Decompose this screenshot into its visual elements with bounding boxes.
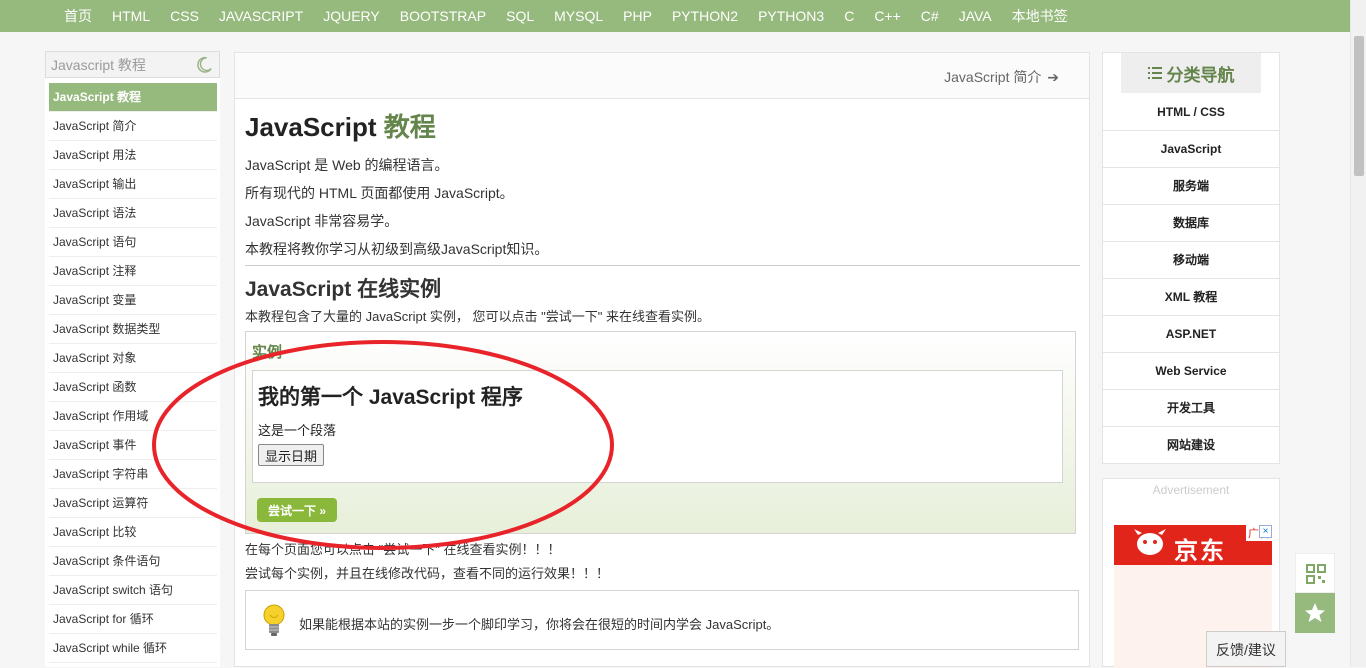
left-sidebar: JavaScript 教程 JavaScript 简介 JavaScript 用… [45, 51, 220, 667]
topnav-jquery[interactable]: JQUERY [313, 0, 390, 32]
topnav-css[interactable]: CSS [160, 0, 209, 32]
star-icon [1305, 603, 1325, 622]
bookmark-star-button[interactable] [1295, 593, 1335, 633]
sidebar-item-js-strings[interactable]: JavaScript 字符串 [49, 460, 217, 489]
topnav-javascript[interactable]: JAVASCRIPT [209, 0, 313, 32]
topnav-python2[interactable]: PYTHON2 [662, 0, 748, 32]
sidebar-search-input[interactable] [46, 52, 186, 77]
tip-box: 如果能根据本站的实例一步一个脚印学习，你将会在很短的时间内学会 JavaScri… [245, 590, 1079, 650]
moon-icon[interactable] [195, 56, 213, 74]
page-title-prefix: JavaScript [245, 112, 384, 142]
arrow-right-icon: ➔ [1047, 69, 1059, 85]
sidebar-search [45, 51, 220, 78]
demo-paragraph: 这是一个段落 [258, 423, 337, 438]
sidebar-item-js-comments[interactable]: JavaScript 注释 [49, 257, 217, 286]
intro-paragraph-2: 所有现代的 HTML 页面都使用 JavaScript。 [245, 185, 514, 201]
sidebar-item-js-intro[interactable]: JavaScript 简介 [49, 112, 217, 141]
article-body: JavaScript 教程 JavaScript 是 Web 的编程语言。 所有… [245, 111, 1080, 650]
section-divider [245, 265, 1080, 266]
scrollbar-thumb[interactable] [1354, 36, 1364, 176]
sidebar-item-js-switch[interactable]: JavaScript switch 语句 [49, 576, 217, 605]
sidebar-item-js-for[interactable]: JavaScript for 循环 [49, 605, 217, 634]
topnav-home[interactable]: 首页 [54, 0, 102, 32]
topnav-csharp[interactable]: C# [911, 0, 949, 32]
category-web-service[interactable]: Web Service [1103, 353, 1279, 390]
intro-paragraph-3: JavaScript 非常容易学。 [245, 213, 399, 229]
demo-heading: 我的第一个 JavaScript 程序 [258, 386, 523, 409]
advertisement-label: Advertisement [1152, 483, 1230, 497]
jd-dog-logo-icon [1134, 529, 1166, 555]
category-website-building[interactable]: 网站建设 [1103, 427, 1279, 464]
topnav-python3[interactable]: PYTHON3 [748, 0, 834, 32]
sidebar-item-js-conditions[interactable]: JavaScript 条件语句 [49, 547, 217, 576]
sidebar-item-js-comparison[interactable]: JavaScript 比较 [49, 518, 217, 547]
intro-paragraph-1: JavaScript 是 Web 的编程语言。 [245, 157, 449, 173]
next-page-link[interactable]: JavaScript 简介 ➔ [944, 67, 1059, 87]
category-nav-list: HTML / CSS JavaScript 服务端 数据库 移动端 XML 教程… [1103, 94, 1279, 464]
category-nav-title: 分类导航 [1166, 65, 1235, 85]
example-box: 实例 我的第一个 JavaScript 程序 这是一个段落 显示日期 尝试一下 … [245, 331, 1076, 534]
sidebar-item-js-tutorial[interactable]: JavaScript 教程 [49, 83, 217, 112]
ad-close-icon[interactable]: × [1259, 525, 1272, 538]
topnav-html[interactable]: HTML [102, 0, 160, 32]
sidebar-item-js-output[interactable]: JavaScript 输出 [49, 170, 217, 199]
category-mobile[interactable]: 移动端 [1103, 242, 1279, 279]
topnav-bookmarks[interactable]: 本地书签 [1002, 0, 1078, 32]
category-xml[interactable]: XML 教程 [1103, 279, 1279, 316]
category-server[interactable]: 服务端 [1103, 168, 1279, 205]
example-demo-frame: 我的第一个 JavaScript 程序 这是一个段落 显示日期 [252, 370, 1063, 483]
category-aspnet[interactable]: ASP.NET [1103, 316, 1279, 353]
topnav-bootstrap[interactable]: BOOTSTRAP [390, 0, 496, 32]
page-title-highlight: 教程 [383, 112, 436, 142]
category-html-css[interactable]: HTML / CSS [1103, 94, 1279, 131]
main-content: JavaScript 简介 ➔ JavaScript 教程 JavaScript… [234, 52, 1090, 667]
top-navigation: 首页 HTML CSS JAVASCRIPT JQUERY BOOTSTRAP … [0, 0, 1350, 32]
sidebar-item-js-functions[interactable]: JavaScript 函数 [49, 373, 217, 402]
sidebar-item-js-scope[interactable]: JavaScript 作用域 [49, 402, 217, 431]
qrcode-button[interactable] [1295, 553, 1335, 593]
next-page-label: JavaScript 简介 [944, 69, 1042, 85]
sidebar-item-js-while[interactable]: JavaScript while 循环 [49, 634, 217, 663]
after-line-2: 尝试每个实例，并且在线修改代码，查看不同的运行效果！！！ [245, 566, 610, 581]
show-date-button[interactable]: 显示日期 [258, 444, 325, 466]
topnav-mysql[interactable]: MYSQL [544, 0, 613, 32]
sidebar-item-js-usage[interactable]: JavaScript 用法 [49, 141, 217, 170]
article-header: JavaScript 简介 ➔ [235, 53, 1089, 99]
category-dev-tools[interactable]: 开发工具 [1103, 390, 1279, 427]
category-javascript[interactable]: JavaScript [1103, 131, 1279, 168]
jd-brand-text: 京东 [1174, 538, 1226, 565]
sidebar-item-js-objects[interactable]: JavaScript 对象 [49, 344, 217, 373]
category-nav-header: 分类导航 [1121, 53, 1261, 93]
feedback-button[interactable]: 反馈/建议 [1206, 631, 1286, 667]
list-icon [1147, 67, 1162, 79]
sidebar-item-js-variables[interactable]: JavaScript 变量 [49, 286, 217, 315]
topnav-java[interactable]: JAVA [949, 0, 1002, 32]
intro-paragraph-4: 本教程将教你学习从初级到高级JavaScript知识。 [245, 241, 549, 257]
category-nav: 分类导航 HTML / CSS JavaScript 服务端 数据库 移动端 X… [1102, 52, 1280, 464]
page-scrollbar[interactable] [1350, 0, 1366, 667]
topnav-cpp[interactable]: C++ [864, 0, 910, 32]
sidebar-item-js-events[interactable]: JavaScript 事件 [49, 431, 217, 460]
sidebar-item-js-datatypes[interactable]: JavaScript 数据类型 [49, 315, 217, 344]
sidebar-item-js-operators[interactable]: JavaScript 运算符 [49, 489, 217, 518]
sidebar-item-js-syntax[interactable]: JavaScript 语法 [49, 199, 217, 228]
qrcode-icon [1306, 564, 1326, 584]
topnav-c[interactable]: C [834, 0, 864, 32]
tip-text: 如果能根据本站的实例一步一个脚印学习，你将会在很短的时间内学会 JavaScri… [299, 617, 780, 632]
topnav-php[interactable]: PHP [613, 0, 662, 32]
lightbulb-icon [263, 604, 285, 636]
example-label: 实例 [252, 344, 283, 361]
section-intro: 本教程包含了大量的 JavaScript 实例， 您可以点击 "尝试一下" 来在… [245, 309, 710, 324]
try-it-button[interactable]: 尝试一下 » [257, 498, 337, 522]
category-database[interactable]: 数据库 [1103, 205, 1279, 242]
topnav-sql[interactable]: SQL [496, 0, 544, 32]
sidebar-list: JavaScript 教程 JavaScript 简介 JavaScript 用… [49, 83, 217, 663]
section-title: JavaScript 在线实例 [245, 278, 442, 301]
after-line-1: 在每个页面您可以点击 "尝试一下" 在线查看实例！！！ [245, 542, 561, 557]
sidebar-item-js-statements[interactable]: JavaScript 语句 [49, 228, 217, 257]
page-title: JavaScript 教程 [245, 111, 1080, 143]
